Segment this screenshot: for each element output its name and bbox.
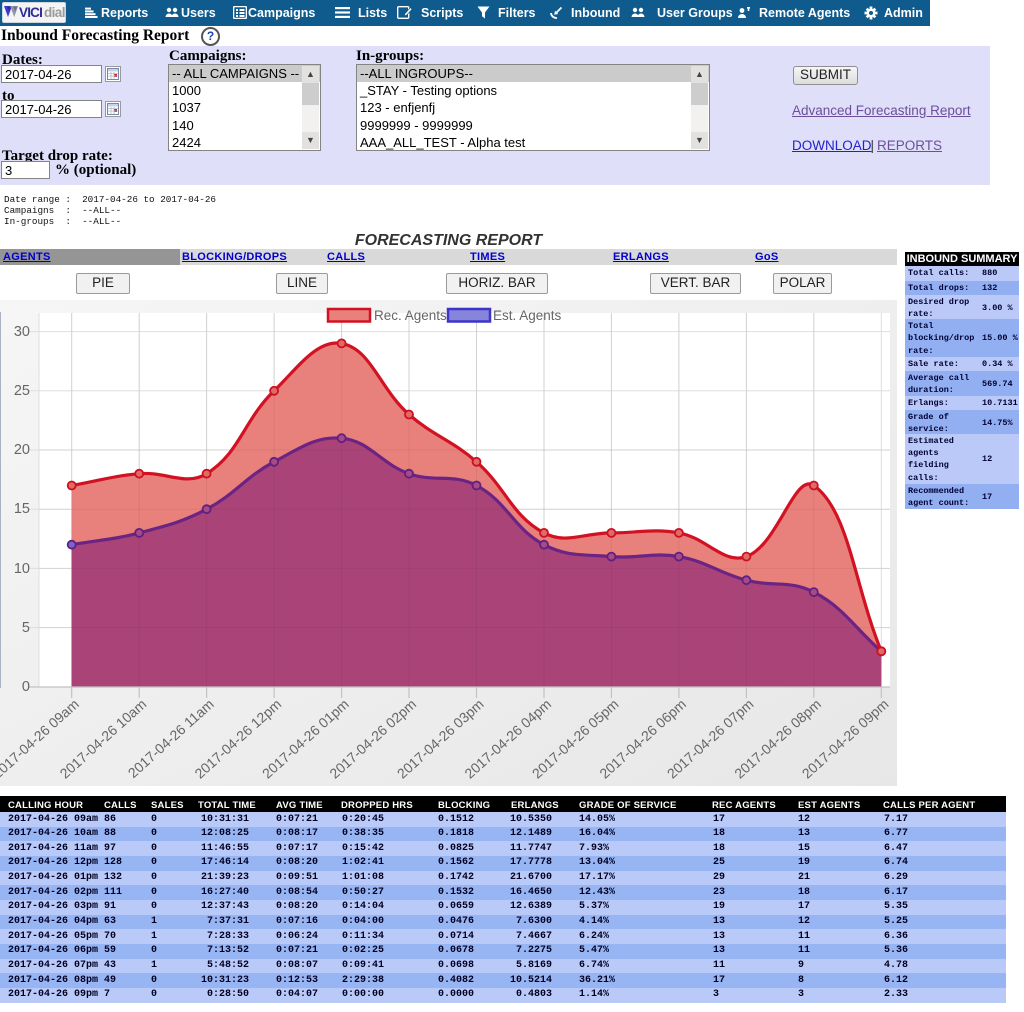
svg-text:Rec. Agents: Rec. Agents	[374, 308, 447, 323]
svg-text:10: 10	[14, 561, 30, 577]
svg-text:20: 20	[14, 442, 30, 458]
svg-text:5: 5	[22, 620, 30, 636]
svg-text:0: 0	[22, 679, 30, 695]
svg-text:dial: dial	[44, 5, 65, 20]
svg-text:30: 30	[14, 324, 30, 340]
svg-text:25: 25	[14, 383, 30, 399]
svg-text:Est. Agents: Est. Agents	[493, 308, 562, 323]
svg-text:VICI: VICI	[19, 5, 42, 20]
svg-text:15: 15	[14, 501, 30, 517]
